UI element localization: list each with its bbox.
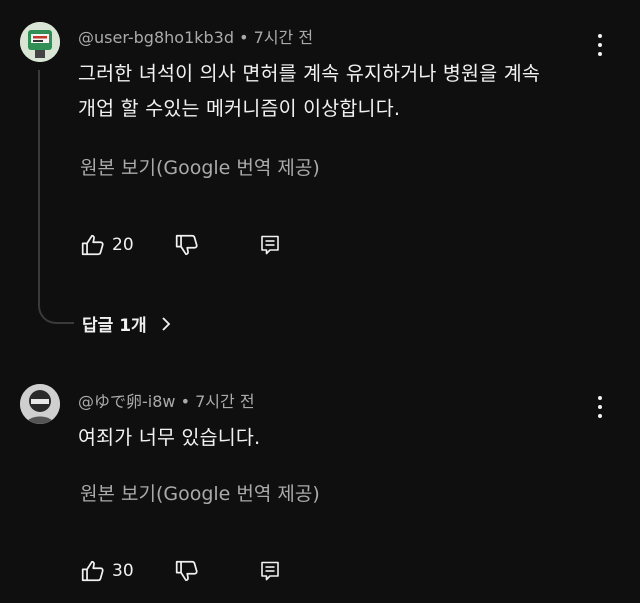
timestamp: • 7시간 전 [239,28,314,47]
more-options-icon[interactable] [590,32,610,58]
reply-icon [260,235,279,255]
comment-actions: 30 [80,557,282,585]
replies-label: 답글 1개 [82,316,147,336]
dislike-button[interactable] [174,232,200,258]
timestamp: • 7시간 전 [180,392,255,411]
like-count: 20 [112,235,134,255]
comment-text: 그러한 녀석이 의사 면허를 계속 유지하거나 병원을 계속 개업 할 수있는 … [78,56,540,126]
author-name[interactable]: @user-bg8ho1kb3d [78,28,234,47]
comment-meta: @ゆで卵-i8w • 7시간 전 [78,388,255,412]
reply-icon [260,561,279,581]
comment-text: 여죄가 너무 있습니다. [78,420,260,455]
avatar[interactable] [20,22,60,62]
like-count: 30 [112,561,134,581]
comment-text-line: 그러한 녀석이 의사 면허를 계속 유지하거나 병원을 계속 [78,62,541,85]
view-original-link[interactable]: 원본 보기(Google 번역 제공) [80,153,320,180]
replies-toggle[interactable]: 답글 1개 [82,311,175,336]
avatar-image-icon [20,384,60,424]
thumbs-down-icon [175,560,198,582]
more-options-icon[interactable] [590,394,610,420]
thread-connector-line [38,70,74,324]
thumbs-up-icon [81,560,104,582]
avatar[interactable] [20,384,60,424]
chevron-right-icon [162,316,170,331]
comment-meta: @user-bg8ho1kb3d • 7시간 전 [78,24,313,48]
avatar-image-icon [20,22,60,62]
thumbs-up-icon [81,234,104,256]
reply-button[interactable] [258,233,282,257]
like-button[interactable]: 30 [80,558,134,584]
view-original-link[interactable]: 원본 보기(Google 번역 제공) [80,479,320,506]
author-name[interactable]: @ゆで卵-i8w [78,392,176,411]
comment-text-line: 개업 할 수있는 메커니즘이 이상합니다. [78,97,401,120]
thumbs-down-icon [175,234,198,256]
comment-text-line: 여죄가 너무 있습니다. [78,426,261,449]
dislike-button[interactable] [174,558,200,584]
comment-actions: 20 [80,231,282,259]
reply-button[interactable] [258,559,282,583]
like-button[interactable]: 20 [80,232,134,258]
